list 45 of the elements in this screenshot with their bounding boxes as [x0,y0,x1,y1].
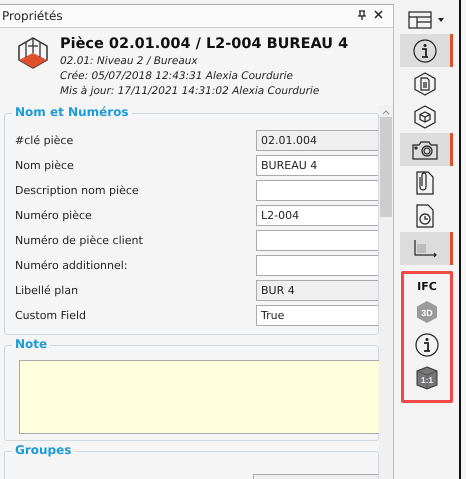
section-title: Note [12,337,50,351]
axes-icon [412,238,438,258]
attachment-icon [415,170,435,196]
room-info-line: Crée: 05/07/2018 12:43:31 Alexia Courdurie [60,69,294,84]
caret-icon [438,18,444,22]
room-title: Pièce 02.01.004 / L2-004 BUREAU 4 [60,36,348,52]
field-label: Libellé plan [15,284,80,297]
pin-icon [358,10,366,20]
scrollbar-thumb[interactable] [380,117,392,217]
field-label: Nom pièce [15,159,75,172]
note-field[interactable] [19,360,379,434]
input-field[interactable]: BUREAU 4 [256,155,378,176]
scroll-up-icon [382,109,390,115]
toolbar-button[interactable] [400,232,453,265]
layout-icon [408,11,432,29]
panel-title: Propriétés [2,9,64,23]
close-icon [374,10,383,19]
room-info-line: Mis à jour: 17/11/2021 14:31:02 Alexia Courdurie [60,84,320,99]
ifc-button[interactable] [413,331,441,359]
toolbar-button[interactable] [400,34,453,67]
input-field[interactable]: 02.01.004 [256,130,378,151]
section-title: Nom et Numéros [12,105,132,119]
scrollbar[interactable] [379,105,393,479]
input-field[interactable] [256,255,378,276]
field-label: Numéro additionnel: [15,259,129,272]
info-icon [415,333,439,357]
ifc-label: IFC [417,280,437,293]
field-label: #clé pièce [15,134,74,147]
input-field[interactable]: True [256,305,378,326]
field-label: Description nom pièce [15,184,140,197]
field-label: Numéro pièce [15,209,93,222]
field-label: Numéro de pièce client [15,234,144,247]
input-field[interactable]: L2-004 [256,205,378,226]
input-field[interactable] [256,230,378,251]
camera-icon [412,140,438,160]
section-title: Groupes [12,443,74,457]
document-icon [414,72,436,96]
info-icon [413,38,437,62]
input-field[interactable] [256,180,378,201]
room-info-line: 02.01: Niveau 2 / Bureaux [60,54,199,69]
clock-document-icon [415,202,435,228]
cube-icon [414,104,436,128]
toolbar-button[interactable] [400,133,453,166]
input-field[interactable]: BUR 4 [256,280,378,301]
field-label: Custom Field [15,309,88,322]
